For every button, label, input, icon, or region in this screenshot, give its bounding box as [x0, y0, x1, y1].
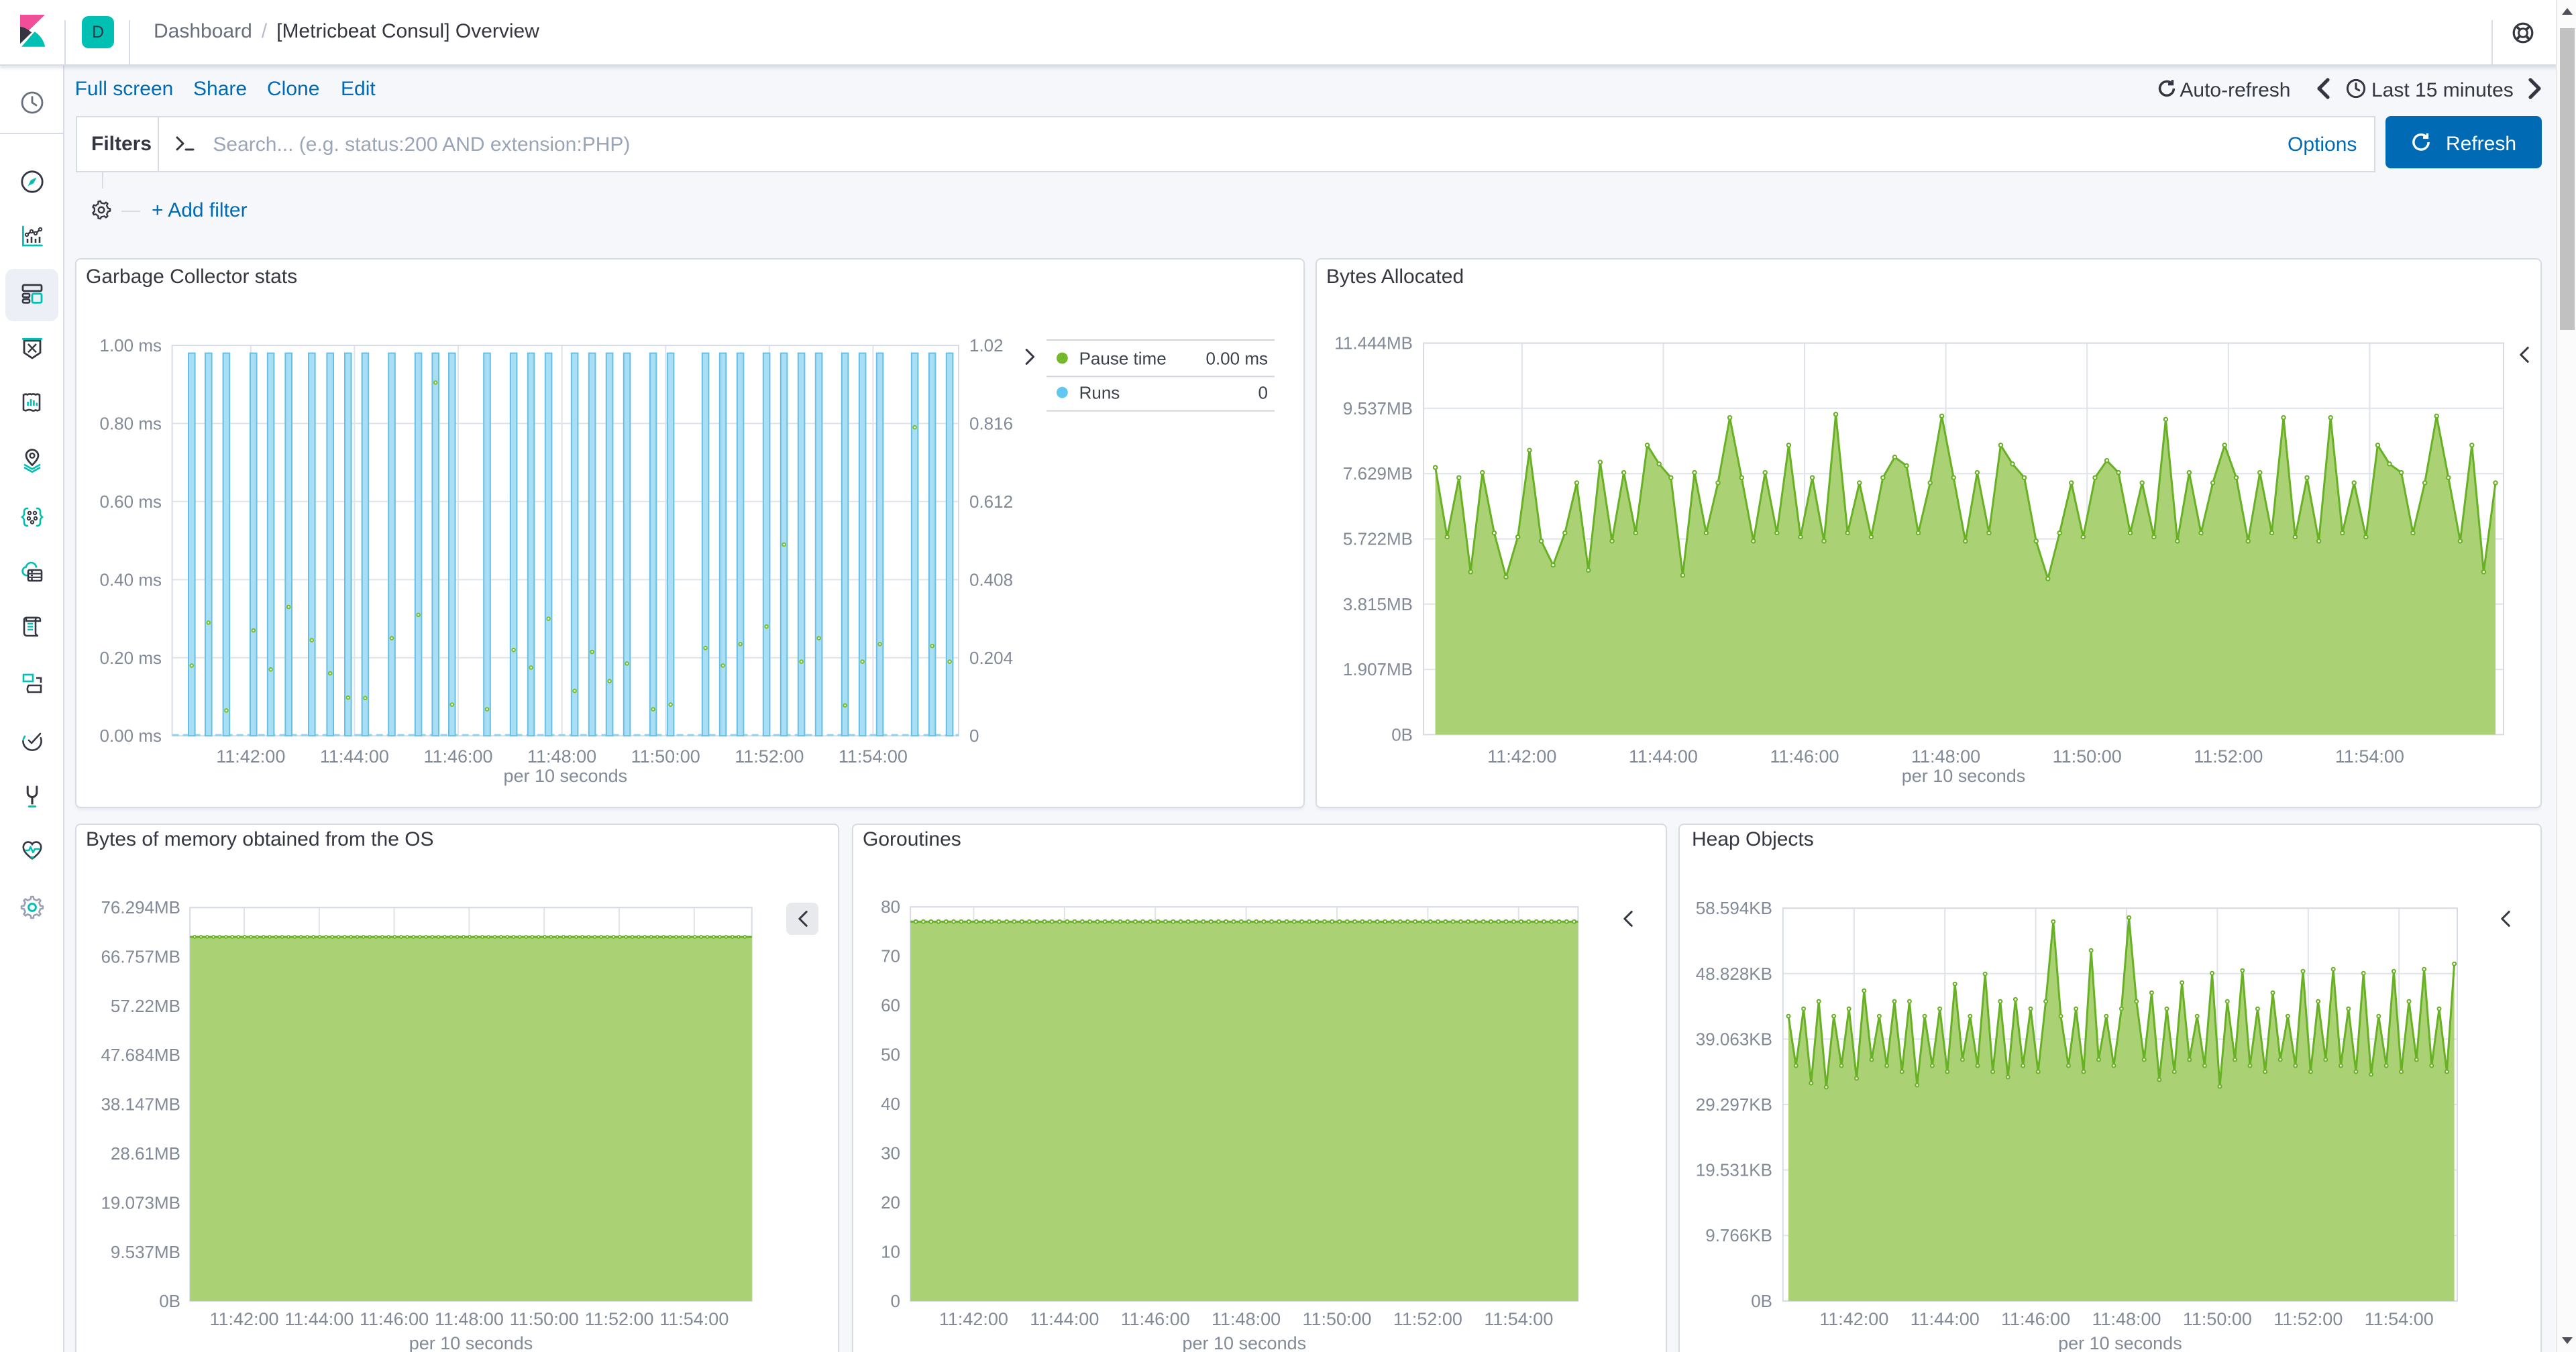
svg-text:11:50:00: 11:50:00 [510, 1309, 579, 1329]
svg-text:11:54:00: 11:54:00 [2335, 746, 2404, 767]
svg-text:19.073MB: 19.073MB [101, 1192, 180, 1213]
svg-text:11:46:00: 11:46:00 [1770, 746, 1839, 767]
svg-text:Pause time: Pause time [1079, 348, 1167, 368]
svg-text:per 10 seconds: per 10 seconds [409, 1333, 533, 1352]
svg-text:11:48:00: 11:48:00 [1212, 1309, 1281, 1329]
svg-text:0: 0 [1258, 383, 1268, 403]
svg-text:11:42:00: 11:42:00 [216, 746, 285, 767]
svg-text:0B: 0B [1751, 1291, 1772, 1311]
svg-text:3.815MB: 3.815MB [1343, 594, 1413, 614]
svg-text:11:46:00: 11:46:00 [1121, 1309, 1190, 1329]
svg-text:11:52:00: 11:52:00 [2194, 746, 2263, 767]
svg-text:9.537MB: 9.537MB [1343, 398, 1413, 418]
svg-text:76.294MB: 76.294MB [101, 897, 180, 917]
svg-text:11:42:00: 11:42:00 [1819, 1309, 1888, 1329]
svg-text:11:44:00: 11:44:00 [1030, 1309, 1099, 1329]
svg-text:11:54:00: 11:54:00 [2365, 1309, 2434, 1329]
svg-text:11:48:00: 11:48:00 [527, 746, 596, 767]
svg-text:70: 70 [881, 946, 900, 966]
svg-text:0.00 ms: 0.00 ms [100, 726, 162, 746]
svg-text:1.00 ms: 1.00 ms [100, 335, 162, 355]
svg-text:11:44:00: 11:44:00 [320, 746, 389, 767]
svg-text:0: 0 [969, 726, 979, 746]
svg-text:40: 40 [881, 1094, 900, 1114]
svg-text:80: 80 [881, 897, 900, 917]
svg-text:11:42:00: 11:42:00 [209, 1309, 278, 1329]
svg-text:0B: 0B [159, 1291, 180, 1311]
svg-text:58.594KB: 58.594KB [1696, 898, 1772, 918]
svg-text:19.531KB: 19.531KB [1696, 1160, 1772, 1180]
svg-text:11:46:00: 11:46:00 [2001, 1309, 2070, 1329]
svg-text:11.444MB: 11.444MB [1334, 333, 1413, 353]
svg-text:1.907MB: 1.907MB [1343, 659, 1413, 679]
svg-text:Runs: Runs [1079, 383, 1120, 403]
svg-text:0B: 0B [1391, 724, 1413, 744]
svg-text:5.722MB: 5.722MB [1343, 528, 1413, 549]
svg-text:11:44:00: 11:44:00 [1911, 1309, 1980, 1329]
svg-text:11:50:00: 11:50:00 [631, 746, 700, 767]
svg-text:11:48:00: 11:48:00 [1911, 746, 1980, 767]
svg-text:11:42:00: 11:42:00 [939, 1309, 1008, 1329]
svg-text:per 10 seconds: per 10 seconds [503, 766, 627, 786]
svg-text:0.00 ms: 0.00 ms [1206, 348, 1269, 368]
svg-text:48.828KB: 48.828KB [1696, 964, 1772, 984]
svg-text:11:50:00: 11:50:00 [2053, 746, 2122, 767]
svg-text:11:52:00: 11:52:00 [1393, 1309, 1462, 1329]
svg-text:11:54:00: 11:54:00 [659, 1309, 729, 1329]
svg-text:per 10 seconds: per 10 seconds [1902, 766, 2026, 786]
svg-text:11:52:00: 11:52:00 [584, 1309, 653, 1329]
svg-text:11:54:00: 11:54:00 [1484, 1309, 1553, 1329]
svg-text:11:42:00: 11:42:00 [1487, 746, 1556, 767]
svg-text:11:50:00: 11:50:00 [2183, 1309, 2252, 1329]
svg-text:9.766KB: 9.766KB [1705, 1225, 1772, 1245]
svg-text:per 10 seconds: per 10 seconds [1182, 1333, 1306, 1352]
svg-text:47.684MB: 47.684MB [101, 1045, 180, 1065]
svg-text:11:52:00: 11:52:00 [2273, 1309, 2343, 1329]
svg-text:11:52:00: 11:52:00 [735, 746, 804, 767]
svg-text:50: 50 [881, 1045, 900, 1065]
svg-text:9.537MB: 9.537MB [111, 1242, 180, 1262]
svg-text:11:48:00: 11:48:00 [435, 1309, 504, 1329]
svg-text:0.80 ms: 0.80 ms [100, 413, 162, 433]
svg-text:11:50:00: 11:50:00 [1302, 1309, 1371, 1329]
svg-text:10: 10 [881, 1242, 900, 1262]
svg-text:30: 30 [881, 1143, 900, 1164]
svg-text:1.02: 1.02 [969, 335, 1004, 355]
svg-text:11:48:00: 11:48:00 [2092, 1309, 2161, 1329]
svg-text:0.20 ms: 0.20 ms [100, 648, 162, 668]
svg-text:0.408: 0.408 [969, 569, 1013, 589]
svg-text:0.204: 0.204 [969, 648, 1013, 668]
svg-text:11:46:00: 11:46:00 [423, 746, 492, 767]
svg-text:0.816: 0.816 [969, 413, 1013, 433]
svg-text:66.757MB: 66.757MB [101, 947, 180, 967]
svg-text:11:44:00: 11:44:00 [1629, 746, 1698, 767]
svg-text:11:44:00: 11:44:00 [284, 1309, 354, 1329]
svg-text:57.22MB: 57.22MB [111, 996, 180, 1016]
svg-text:7.629MB: 7.629MB [1343, 463, 1413, 484]
svg-text:per 10 seconds: per 10 seconds [2058, 1333, 2182, 1352]
svg-text:11:46:00: 11:46:00 [360, 1309, 429, 1329]
svg-text:0.60 ms: 0.60 ms [100, 492, 162, 512]
svg-text:0: 0 [891, 1291, 900, 1311]
svg-text:0.40 ms: 0.40 ms [100, 569, 162, 589]
svg-text:38.147MB: 38.147MB [101, 1094, 180, 1115]
svg-text:20: 20 [881, 1192, 900, 1213]
svg-text:60: 60 [881, 995, 900, 1015]
svg-text:39.063KB: 39.063KB [1696, 1029, 1772, 1049]
svg-text:0.612: 0.612 [969, 492, 1013, 512]
svg-text:28.61MB: 28.61MB [111, 1143, 180, 1164]
svg-text:11:54:00: 11:54:00 [839, 746, 908, 767]
svg-text:29.297KB: 29.297KB [1696, 1094, 1772, 1115]
